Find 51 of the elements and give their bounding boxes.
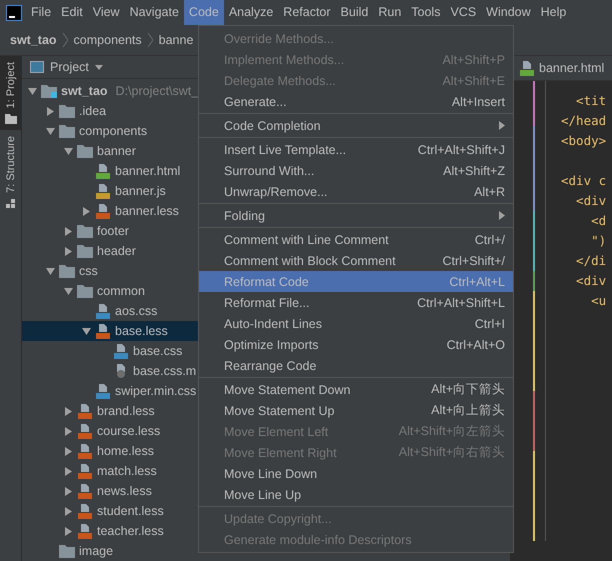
code-line: <tit (575, 92, 608, 110)
shortcut-label: Alt+Shift+Z (443, 164, 505, 178)
shortcut-label: Ctrl+I (474, 316, 505, 330)
code-line: ") (590, 232, 608, 250)
tree-item-label: aos.css (115, 304, 158, 318)
tree-item-label: components (79, 124, 148, 138)
code-line: </di (575, 252, 608, 270)
tree-item-label: news.less (97, 484, 152, 498)
shortcut-label: Ctrl+Alt+Shift+J (418, 142, 505, 156)
tree-item-label: image (79, 544, 114, 558)
tree-item-label: footer (97, 224, 129, 238)
tree-item-label: student.less (97, 504, 164, 518)
shortcut-label: Ctrl+Alt+O (446, 338, 505, 352)
shortcut-label: Ctrl+Alt+Shift+L (417, 296, 505, 310)
shortcut-label: Alt+向下箭头 (431, 381, 505, 398)
tree-item-label: banner (97, 144, 136, 158)
tree-item-label: swiper.min.css (115, 384, 196, 398)
code-line: <body> (561, 132, 608, 150)
tree-item-label: common (97, 284, 145, 298)
tree-item-label: css (79, 264, 98, 278)
shortcut-label: Alt+Shift+向右箭头 (398, 444, 505, 461)
shortcut-label: Alt+向上箭头 (431, 402, 505, 419)
shortcut-label: Ctrl+Shift+/ (442, 254, 505, 268)
shortcut-label: Alt+Insert (452, 94, 505, 108)
shortcut-label: Alt+Shift+向左箭头 (398, 423, 505, 440)
shortcut-label: Alt+R (474, 184, 505, 198)
code-line: <d (590, 212, 608, 230)
project-path: D:\project\swt_ (116, 84, 198, 98)
code-line: <div c (561, 172, 608, 190)
tree-item-label: teacher.less (97, 524, 164, 538)
tree-item-label: base.less (115, 324, 168, 338)
code-line: <div (575, 192, 608, 210)
shortcut-label: Alt+Shift+P (442, 52, 505, 66)
tree-item-label: brand.less (97, 404, 155, 418)
tree-item-label: banner.less (115, 204, 179, 218)
tree-item-label: course.less (97, 424, 160, 438)
tree-item-label: base.css.m (133, 364, 196, 378)
tree-item-label: match.less (97, 464, 157, 478)
tree-item-label: .idea (79, 104, 106, 118)
tree-item-label: banner.js (115, 184, 166, 198)
tree-item-label: header (97, 244, 136, 258)
code-line: <u (590, 292, 608, 310)
tree-item-label: banner.html (115, 164, 180, 178)
code-line: </head (561, 112, 608, 130)
shortcut-label: Ctrl+/ (474, 232, 505, 246)
tree-item-label: swt_tao (61, 84, 108, 98)
tree-item-label: base.css (133, 344, 182, 358)
code-line: <div (575, 272, 608, 290)
shortcut-label: Alt+Shift+E (442, 74, 505, 88)
shortcut-label: Ctrl+Alt+L (449, 274, 505, 288)
tree-item-label: home.less (97, 444, 154, 458)
